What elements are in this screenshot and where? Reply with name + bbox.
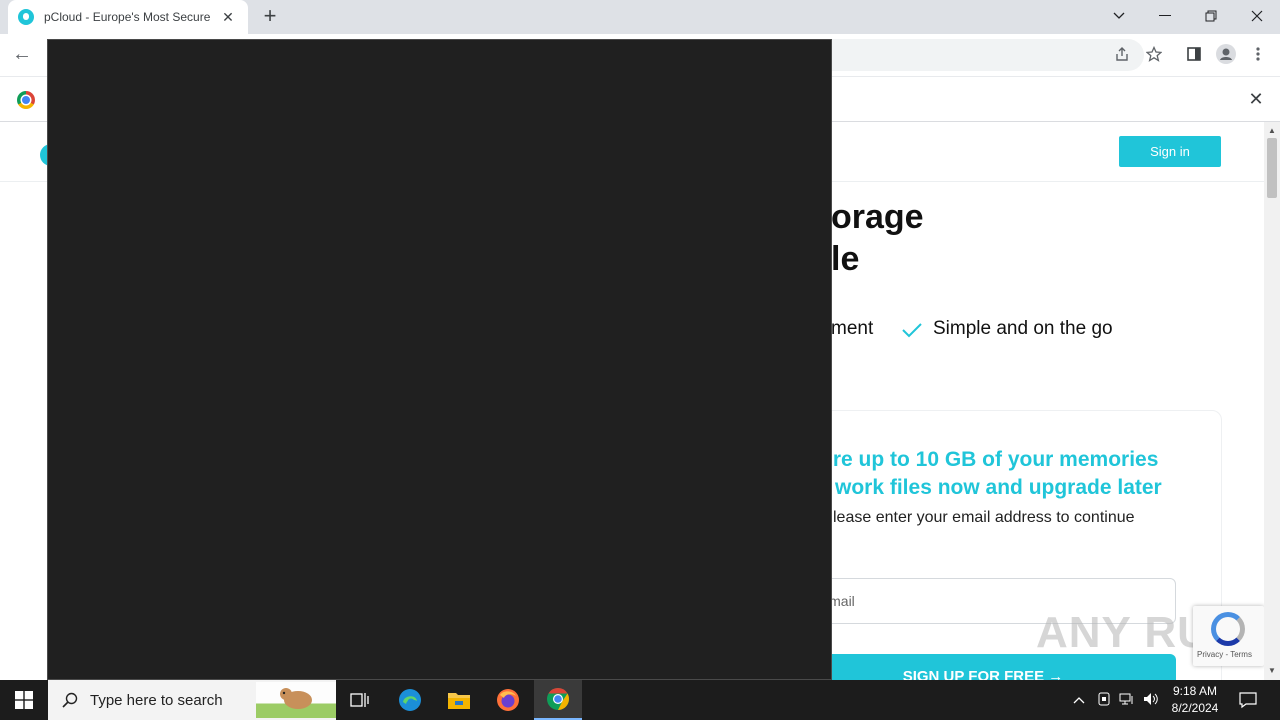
scroll-down-arrow-icon[interactable]: ▼: [1264, 664, 1280, 678]
recaptcha-icon: [1211, 612, 1245, 646]
recaptcha-links[interactable]: Privacy - Terms: [1197, 650, 1252, 659]
page-scrollbar[interactable]: ▲ ▼: [1264, 122, 1280, 680]
profile-icon[interactable]: [1216, 44, 1236, 64]
close-window-button[interactable]: [1234, 0, 1280, 32]
recaptcha-badge[interactable]: Privacy - Terms: [1193, 606, 1264, 666]
volume-icon[interactable]: [1143, 692, 1159, 708]
scroll-thumb[interactable]: [1267, 138, 1277, 198]
windows-start-button[interactable]: [0, 680, 48, 720]
hero-heading-line1: orage: [831, 198, 924, 236]
star-icon[interactable]: [1144, 44, 1164, 64]
tray-chevron-icon[interactable]: [1071, 692, 1087, 708]
clock-time: 9:18 AM: [1172, 684, 1218, 698]
taskbar: Type here to search 9:18 AM 8/2/2024: [0, 680, 1280, 720]
hero-heading-line2: le: [831, 240, 860, 278]
feature-text-partial: ment: [831, 318, 874, 339]
menu-icon[interactable]: [1248, 44, 1268, 64]
search-highlight-image: [256, 682, 336, 718]
checkmark-icon: [902, 323, 922, 338]
tray-device-icon[interactable]: [1096, 692, 1112, 708]
clock-date: 8/2/2024: [1171, 701, 1219, 715]
edge-icon[interactable]: [386, 680, 434, 720]
card-subtitle: lease enter your email address to contin…: [833, 509, 1135, 526]
sign-in-button[interactable]: Sign in: [1119, 136, 1221, 167]
pcloud-favicon-icon: [18, 9, 34, 25]
feature-text: Simple and on the go: [933, 318, 1113, 339]
chevron-down-icon[interactable]: [1096, 0, 1142, 32]
chrome-icon[interactable]: [534, 680, 582, 720]
side-panel-icon[interactable]: [1184, 44, 1204, 64]
card-title-line2: work files now and upgrade later: [835, 476, 1162, 499]
tab-title: pCloud - Europe's Most Secure C: [44, 10, 212, 24]
file-explorer-icon[interactable]: [435, 680, 483, 720]
infobar-close-button[interactable]: ✕: [1246, 89, 1266, 109]
network-icon[interactable]: [1119, 692, 1135, 708]
windows-logo-icon: [15, 691, 33, 709]
task-view-icon[interactable]: [336, 680, 384, 720]
system-clock[interactable]: 9:18 AM 8/2/2024: [1160, 683, 1230, 717]
new-tab-button[interactable]: +: [258, 5, 282, 29]
chrome-logo-icon: [17, 91, 35, 109]
restore-button[interactable]: [1188, 0, 1234, 32]
share-icon[interactable]: [1112, 44, 1132, 64]
minimize-button[interactable]: [1142, 0, 1188, 32]
tab-close-button[interactable]: ✕: [220, 9, 236, 26]
browser-tab[interactable]: pCloud - Europe's Most Secure C ✕: [8, 0, 248, 34]
taskbar-search-box[interactable]: Type here to search: [48, 680, 336, 720]
search-placeholder: Type here to search: [90, 691, 223, 709]
card-title-line1: ore up to 10 GB of your memories: [820, 448, 1159, 471]
dark-overlay-window[interactable]: [47, 39, 832, 680]
scroll-up-arrow-icon[interactable]: ▲: [1264, 124, 1280, 138]
search-icon: [62, 692, 78, 708]
back-button[interactable]: ←: [10, 43, 34, 67]
tab-strip: pCloud - Europe's Most Secure C ✕ +: [0, 0, 1280, 34]
notification-icon[interactable]: [1239, 691, 1257, 709]
firefox-icon[interactable]: [484, 680, 532, 720]
